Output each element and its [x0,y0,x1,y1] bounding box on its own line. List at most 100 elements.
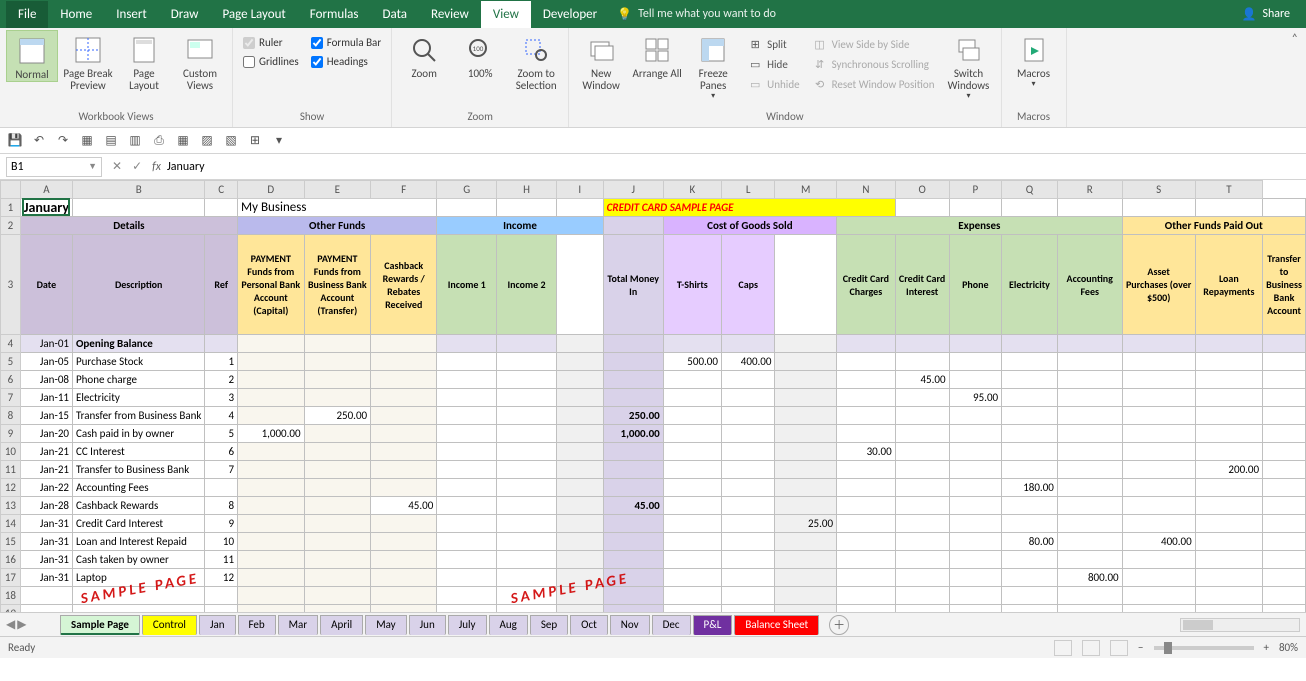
qat-btn-7[interactable]: ▧ [222,132,240,150]
page-break-button[interactable]: Page Break Preview [62,30,114,92]
zoom-in-icon[interactable]: + [1264,641,1269,654]
sheet-tabs: ◀▶ Sample PageControlJanFebMarAprilMayJu… [0,612,1306,636]
group-macros: Macros▾ Macros [1002,28,1067,127]
macros-button[interactable]: Macros▾ [1008,30,1060,89]
qat-btn-1[interactable]: ▦ [78,132,96,150]
formula-bar-checkbox[interactable]: Formula Bar [311,36,381,49]
freeze-panes-button[interactable]: Freeze Panes▾ [687,30,739,101]
page-layout-view-icon[interactable] [1082,640,1100,656]
zoom-out-icon[interactable]: − [1138,641,1143,654]
zoom-button[interactable]: Zoom [398,30,450,80]
hdr-other[interactable]: Other Funds [238,217,437,235]
sheet-tab-oct[interactable]: Oct [570,615,608,635]
zoom-selection-button[interactable]: Zoom to Selection [510,30,562,92]
zoom-level[interactable]: 80% [1279,641,1298,654]
undo-icon[interactable]: ↶ [30,132,48,150]
page-layout-label: Page Layout [118,68,170,92]
custom-views-button[interactable]: Custom Views [174,30,226,92]
zoom-100-label: 100% [468,68,493,80]
normal-view-icon[interactable] [1054,640,1072,656]
tab-draw[interactable]: Draw [159,1,211,28]
tell-me[interactable]: 💡 Tell me what you want to do [617,7,776,22]
hdr-cogs[interactable]: Cost of Goods Sold [663,217,836,235]
tab-next-icon[interactable]: ▶ [17,617,26,632]
ruler-checkbox[interactable]: Ruler [243,36,299,49]
sheet-tab-jan[interactable]: Jan [199,615,236,635]
redo-icon[interactable]: ↷ [54,132,72,150]
hdr-details[interactable]: Details [20,217,237,235]
sheet-tab-sep[interactable]: Sep [530,615,568,635]
qat-btn-4[interactable]: ⎙ [150,132,168,150]
tell-me-label: Tell me what you want to do [638,7,776,21]
row-header[interactable]: 1 [1,199,21,217]
name-box[interactable]: B1▼ [6,157,102,177]
share-button[interactable]: 👤 Share [1241,7,1300,22]
sheet-tab-control[interactable]: Control [142,615,197,635]
group-show: Ruler Gridlines Formula Bar Headings Sho… [233,28,392,127]
gridlines-checkbox[interactable]: Gridlines [243,55,299,68]
new-window-button[interactable]: New Window [575,30,627,92]
tab-developer[interactable]: Developer [531,1,609,28]
sheet-tab-mar[interactable]: Mar [278,615,319,635]
enter-icon[interactable]: ✓ [132,159,142,174]
share-label: Share [1262,7,1290,21]
horizontal-scrollbar[interactable] [1180,618,1300,632]
tab-data[interactable]: Data [371,1,420,28]
fx-icon[interactable]: fx [152,160,161,174]
switch-windows-button[interactable]: Switch Windows▾ [943,30,995,101]
qat-btn-3[interactable]: ▥ [126,132,144,150]
sheet-tab-july[interactable]: July [448,615,487,635]
sheet-tab-nov[interactable]: Nov [610,615,650,635]
column-headers[interactable]: ABCDEFGHIJKLMNOPQRST [1,181,1306,199]
qat-btn-6[interactable]: ▨ [198,132,216,150]
macros-group-label: Macros [1008,108,1060,127]
qat-more-icon[interactable]: ▾ [270,132,288,150]
tab-home[interactable]: Home [48,1,104,28]
collapse-ribbon-icon[interactable]: ˄ [1284,28,1306,127]
tab-formulas[interactable]: Formulas [298,1,371,28]
normal-view-button[interactable]: Normal [6,30,58,82]
new-sheet-button[interactable]: ＋ [829,615,849,635]
qat-btn-5[interactable]: ▦ [174,132,192,150]
page-break-view-icon[interactable] [1110,640,1128,656]
qat-btn-8[interactable]: ⊞ [246,132,264,150]
headings-checkbox[interactable]: Headings [311,55,381,68]
zoom-100-button[interactable]: 100100% [454,30,506,80]
sheet-tab-aug[interactable]: Aug [489,615,528,635]
sheet-tab-april[interactable]: April [320,615,363,635]
sheet-tab-balance-sheet[interactable]: Balance Sheet [734,615,819,635]
zoom-slider[interactable] [1154,646,1254,650]
sheet-tab-feb[interactable]: Feb [238,615,276,635]
side-icon: ◫ [812,36,828,52]
share-icon: 👤 [1241,7,1256,22]
tab-insert[interactable]: Insert [104,1,159,28]
save-icon[interactable]: 💾 [6,132,24,150]
sheet-tab-p&l[interactable]: P&L [693,615,733,635]
sheet-tab-dec[interactable]: Dec [652,615,691,635]
arrange-all-button[interactable]: Arrange All [631,30,683,80]
page-layout-button[interactable]: Page Layout [118,30,170,92]
cancel-icon[interactable]: ✕ [112,159,122,174]
hdr-exp[interactable]: Expenses [837,217,1123,235]
arrange-label: Arrange All [633,68,682,80]
cell-banner[interactable]: CREDIT CARD SAMPLE PAGE [603,199,895,217]
tab-file[interactable]: File [6,1,48,28]
sheet-tab-sample-page[interactable]: Sample Page [60,615,140,635]
hdr-income[interactable]: Income [437,217,603,235]
tab-review[interactable]: Review [419,1,481,28]
sheet-tab-jun[interactable]: Jun [409,615,446,635]
split-button[interactable]: ⊞Split [745,34,801,54]
cell-E1[interactable]: My Business [238,199,437,217]
unhide-icon: ▭ [747,76,763,92]
formula-input[interactable] [161,157,1306,177]
worksheet[interactable]: ABCDEFGHIJKLMNOPQRST 1 January My Busine… [0,180,1306,612]
hdr-paidout[interactable]: Other Funds Paid Out [1122,217,1305,235]
tab-prev-icon[interactable]: ◀ [6,617,15,632]
cell-B1[interactable]: January [20,199,72,217]
tab-page-layout[interactable]: Page Layout [210,1,297,28]
sync-scroll-button: ⇵Synchronous Scrolling [810,54,937,74]
sheet-tab-may[interactable]: May [365,615,406,635]
hide-button[interactable]: ▭Hide [745,54,801,74]
tab-view[interactable]: View [481,1,531,28]
qat-btn-2[interactable]: ▤ [102,132,120,150]
